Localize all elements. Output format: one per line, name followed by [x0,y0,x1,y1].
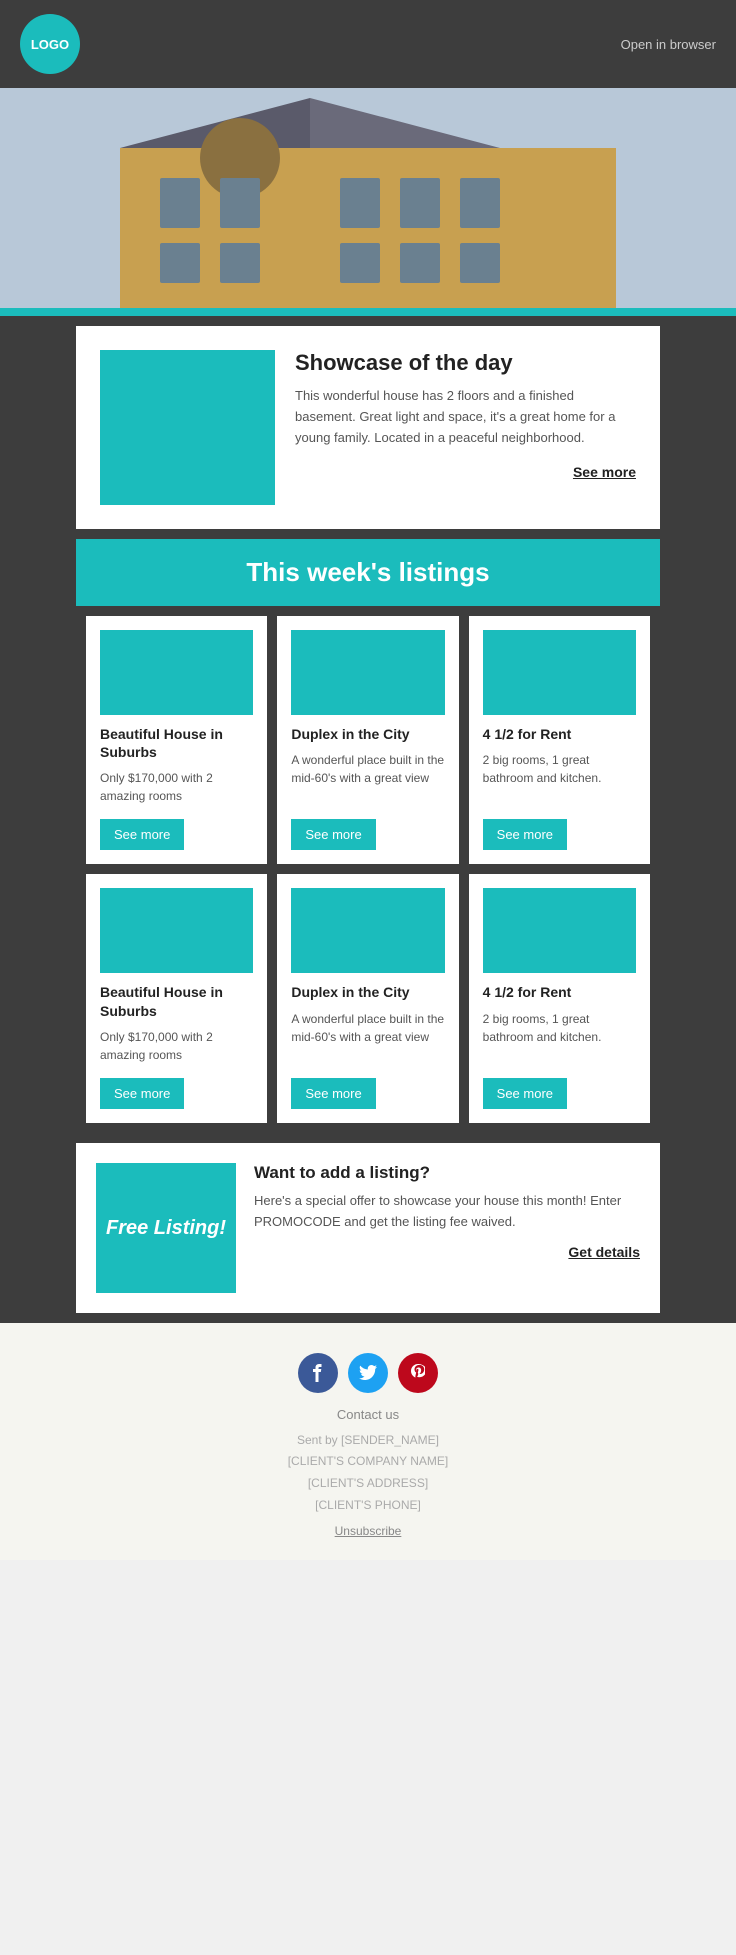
logo: LOGO [20,14,80,74]
listings-title: This week's listings [246,557,489,587]
showcase-description: This wonderful house has 2 floors and a … [295,386,636,448]
listing-card-2: 4 1/2 for Rent 2 big rooms, 1 great bath… [469,616,650,864]
showcase-title: Showcase of the day [295,350,636,376]
listing-image-0 [100,630,253,715]
listing-see-more-0[interactable]: See more [100,819,184,850]
twitter-icon[interactable] [348,1353,388,1393]
listing-card-5: 4 1/2 for Rent 2 big rooms, 1 great bath… [469,874,650,1122]
listing-title-3: Beautiful House in Suburbs [100,983,253,1019]
listing-desc-2: 2 big rooms, 1 great bathroom and kitche… [483,751,636,805]
footer-info: Sent by [SENDER_NAME] [CLIENT'S COMPANY … [20,1430,716,1516]
listing-see-more-4[interactable]: See more [291,1078,375,1109]
promo-image-text: Free Listing! [106,1215,226,1241]
footer: Contact us Sent by [SENDER_NAME] [CLIENT… [0,1323,736,1560]
listing-desc-4: A wonderful place built in the mid-60's … [291,1010,444,1064]
listing-see-more-1[interactable]: See more [291,819,375,850]
social-icons [20,1353,716,1393]
showcase-section: Showcase of the day This wonderful house… [76,326,660,529]
listing-see-more-2[interactable]: See more [483,819,567,850]
listing-image-5 [483,888,636,973]
listing-desc-1: A wonderful place built in the mid-60's … [291,751,444,805]
email-wrapper: LOGO Open in browser [0,0,736,1560]
listing-image-2 [483,630,636,715]
listing-card-4: Duplex in the City A wonderful place bui… [277,874,458,1122]
listing-card-3: Beautiful House in Suburbs Only $170,000… [86,874,267,1122]
promo-title: Want to add a listing? [254,1163,640,1183]
listing-desc-0: Only $170,000 with 2 amazing rooms [100,769,253,805]
listings-header: This week's listings [76,539,660,606]
showcase-image [100,350,275,505]
listing-desc-5: 2 big rooms, 1 great bathroom and kitche… [483,1010,636,1064]
promo-description: Here's a special offer to showcase your … [254,1191,640,1233]
hero-inner [0,88,736,308]
showcase-see-more[interactable]: See more [295,464,636,480]
email-header: LOGO Open in browser [0,0,736,88]
hero-svg [0,88,736,308]
footer-company: [CLIENT'S COMPANY NAME] [20,1451,716,1473]
listing-image-1 [291,630,444,715]
footer-phone: [CLIENT'S PHONE] [20,1495,716,1517]
facebook-icon[interactable] [298,1353,338,1393]
listing-image-3 [100,888,253,973]
listing-image-4 [291,888,444,973]
promo-image: Free Listing! [96,1163,236,1293]
pinterest-icon[interactable] [398,1353,438,1393]
listing-see-more-5[interactable]: See more [483,1078,567,1109]
listings-grid: Beautiful House in Suburbs Only $170,000… [76,606,660,1133]
listing-title-4: Duplex in the City [291,983,444,1001]
open-in-browser-link[interactable]: Open in browser [621,37,716,52]
teal-divider [0,308,736,316]
listing-title-5: 4 1/2 for Rent [483,983,636,1001]
listing-title-0: Beautiful House in Suburbs [100,725,253,761]
listing-title-2: 4 1/2 for Rent [483,725,636,743]
get-details-link[interactable]: Get details [254,1244,640,1260]
unsubscribe-link[interactable]: Unsubscribe [335,1524,402,1538]
listing-card-1: Duplex in the City A wonderful place bui… [277,616,458,864]
listing-card-0: Beautiful House in Suburbs Only $170,000… [86,616,267,864]
showcase-content: Showcase of the day This wonderful house… [295,350,636,480]
listing-see-more-3[interactable]: See more [100,1078,184,1109]
footer-address: [CLIENT'S ADDRESS] [20,1473,716,1495]
promo-content: Want to add a listing? Here's a special … [254,1163,640,1261]
contact-us-label[interactable]: Contact us [20,1407,716,1422]
listing-title-1: Duplex in the City [291,725,444,743]
hero-image [0,88,736,308]
promo-section: Free Listing! Want to add a listing? Her… [76,1143,660,1313]
listing-desc-3: Only $170,000 with 2 amazing rooms [100,1028,253,1064]
footer-sender: Sent by [SENDER_NAME] [20,1430,716,1452]
